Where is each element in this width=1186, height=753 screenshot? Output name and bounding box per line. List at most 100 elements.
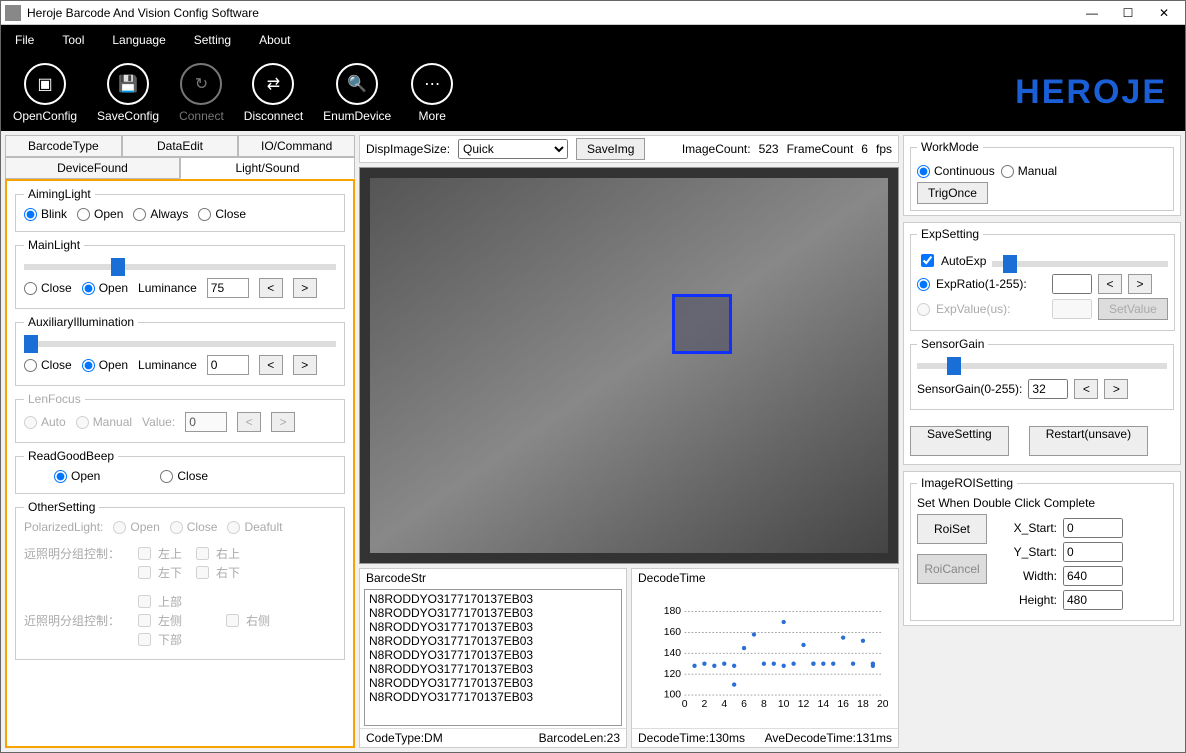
mainlight-close-radio[interactable]: Close xyxy=(24,281,72,295)
beep-close-radio[interactable]: Close xyxy=(160,469,208,483)
expvalue-radio xyxy=(917,303,930,316)
disconnect-button[interactable]: ⇄ Disconnect xyxy=(244,63,303,123)
svg-text:180: 180 xyxy=(664,606,682,617)
connect-button[interactable]: ↻ Connect xyxy=(179,63,224,123)
restart-button[interactable]: Restart(unsave) xyxy=(1029,426,1148,456)
lenfocus-inc-button: > xyxy=(271,412,295,432)
barcode-list[interactable]: N8RODDYO3177170137EB03N8RODDYO3177170137… xyxy=(364,589,622,726)
lenfocus-auto-radio: Auto xyxy=(24,415,66,429)
minimize-button[interactable]: — xyxy=(1083,6,1101,20)
roi-width-input[interactable] xyxy=(1063,566,1123,586)
beep-open-radio[interactable]: Open xyxy=(54,469,100,483)
avedecodetime-value: 131ms xyxy=(856,731,892,745)
more-button[interactable]: ⋯ More xyxy=(411,63,453,123)
auxlight-group: AuxiliaryIllumination Close Open Luminan… xyxy=(15,315,345,386)
workmode-group: WorkMode Continuous Manual TrigOnce xyxy=(910,140,1174,211)
menu-file[interactable]: File xyxy=(15,33,34,47)
window-title: Heroje Barcode And Vision Config Softwar… xyxy=(27,6,1083,20)
decodetime-chart: 10012014016018002468101214161820 xyxy=(632,587,898,728)
mainlight-inc-button[interactable]: > xyxy=(293,278,317,298)
enumdevice-button[interactable]: 🔍 EnumDevice xyxy=(323,63,391,123)
disconnect-icon: ⇄ xyxy=(252,63,294,105)
app-icon xyxy=(5,5,21,21)
sensorgain-dec-button[interactable]: < xyxy=(1074,379,1098,399)
expratio-dec-button[interactable]: < xyxy=(1098,274,1122,294)
pol-default-radio: Deafult xyxy=(227,520,282,534)
savesetting-button[interactable]: SaveSetting xyxy=(910,426,1009,456)
sensorgain-input[interactable] xyxy=(1028,379,1068,399)
imagecount-value: 523 xyxy=(759,142,779,156)
lenfocus-group: LenFocus Auto Manual Value: < > xyxy=(15,392,345,443)
expratio-radio[interactable] xyxy=(917,278,930,291)
menu-about[interactable]: About xyxy=(259,33,290,47)
auxlight-luminance-input[interactable] xyxy=(207,355,249,375)
pol-open-radio: Open xyxy=(113,520,159,534)
expratio-input[interactable] xyxy=(1052,274,1092,294)
framecount-value: 6 xyxy=(861,142,868,156)
roi-xstart-input[interactable] xyxy=(1063,518,1123,538)
expvalue-input xyxy=(1052,299,1092,319)
workmode-continuous-radio[interactable]: Continuous xyxy=(917,164,995,178)
lenfocus-manual-radio: Manual xyxy=(76,415,132,429)
expratio-inc-button[interactable]: > xyxy=(1128,274,1152,294)
svg-text:2: 2 xyxy=(702,699,708,710)
tab-barcodetype[interactable]: BarcodeType xyxy=(5,135,122,157)
aiming-blink-radio[interactable]: Blink xyxy=(24,207,67,221)
near-bottom-check: 下部 xyxy=(134,630,182,649)
near-right-check: 右侧 xyxy=(222,611,270,630)
svg-text:0: 0 xyxy=(682,699,688,710)
roiset-button[interactable]: RoiSet xyxy=(917,514,987,544)
far-lu-check: 左上 xyxy=(134,544,182,563)
lenfocus-dec-button: < xyxy=(237,412,261,432)
saveimg-button[interactable]: SaveImg xyxy=(576,138,645,160)
more-icon: ⋯ xyxy=(411,63,453,105)
auxlight-close-radio[interactable]: Close xyxy=(24,358,72,372)
saveconfig-button[interactable]: 💾 SaveConfig xyxy=(97,63,159,123)
othersetting-group: OtherSetting PolarizedLight: Open Close … xyxy=(15,500,345,660)
sensorgain-inc-button[interactable]: > xyxy=(1104,379,1128,399)
refresh-icon: ↻ xyxy=(180,63,222,105)
tab-dataedit[interactable]: DataEdit xyxy=(122,135,239,157)
mainlight-luminance-input[interactable] xyxy=(207,278,249,298)
auxlight-open-radio[interactable]: Open xyxy=(82,358,128,372)
trigonce-button[interactable]: TrigOnce xyxy=(917,182,988,204)
folder-icon: ▣ xyxy=(24,63,66,105)
roicancel-button[interactable]: RoiCancel xyxy=(917,554,987,584)
svg-text:8: 8 xyxy=(761,699,767,710)
imageroisetting-group: ImageROISetting Set When Double Click Co… xyxy=(910,476,1174,621)
menu-language[interactable]: Language xyxy=(112,33,165,47)
mainlight-dec-button[interactable]: < xyxy=(259,278,283,298)
readgoodbeep-group: ReadGoodBeep Open Close xyxy=(15,449,345,494)
menu-tool[interactable]: Tool xyxy=(62,33,84,47)
dispimagesize-select[interactable]: Quick xyxy=(458,139,568,159)
maximize-button[interactable]: ☐ xyxy=(1119,6,1137,20)
tab-iocommand[interactable]: IO/Command xyxy=(238,135,355,157)
far-rd-check: 右下 xyxy=(192,563,240,582)
mainlight-open-radio[interactable]: Open xyxy=(82,281,128,295)
tab-devicefound[interactable]: DeviceFound xyxy=(5,157,180,179)
titlebar: Heroje Barcode And Vision Config Softwar… xyxy=(1,1,1185,25)
svg-text:18: 18 xyxy=(857,699,869,710)
close-button[interactable]: ✕ xyxy=(1155,6,1173,20)
auxlight-inc-button[interactable]: > xyxy=(293,355,317,375)
aiming-close-radio[interactable]: Close xyxy=(198,207,246,221)
tab-lightsound[interactable]: Light/Sound xyxy=(180,157,355,179)
far-ru-check: 右上 xyxy=(192,544,240,563)
image-preview[interactable] xyxy=(359,167,899,564)
aiming-open-radio[interactable]: Open xyxy=(77,207,123,221)
autoexp-check[interactable]: AutoExp xyxy=(917,251,986,270)
image-toolbar: DispImageSize: Quick SaveImg ImageCount:… xyxy=(359,135,899,163)
svg-text:14: 14 xyxy=(818,699,830,710)
openconfig-button[interactable]: ▣ OpenConfig xyxy=(13,63,77,123)
auxlight-dec-button[interactable]: < xyxy=(259,355,283,375)
search-icon: 🔍 xyxy=(336,63,378,105)
roi-height-input[interactable] xyxy=(1063,590,1123,610)
roi-ystart-input[interactable] xyxy=(1063,542,1123,562)
aiming-always-radio[interactable]: Always xyxy=(133,207,188,221)
menu-setting[interactable]: Setting xyxy=(194,33,231,47)
lenfocus-value-input xyxy=(185,412,227,432)
barcodestr-title: BarcodeStr xyxy=(360,569,626,587)
setvalue-button: SetValue xyxy=(1098,298,1168,320)
workmode-manual-radio[interactable]: Manual xyxy=(1001,164,1057,178)
svg-text:160: 160 xyxy=(664,627,682,638)
